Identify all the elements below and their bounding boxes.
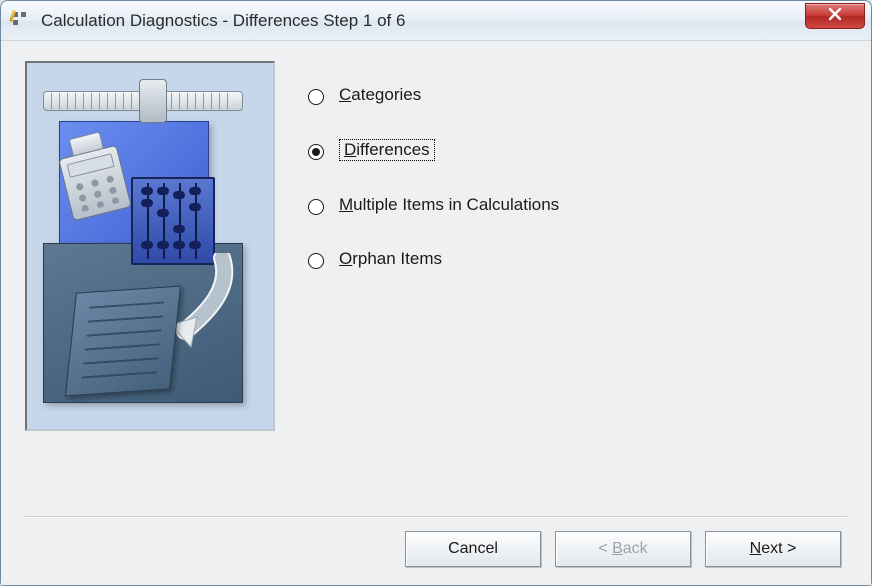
- wizard-illustration: [25, 61, 275, 431]
- radio-categories[interactable]: [308, 89, 324, 105]
- option-label-multiple: Multiple Items in Calculations: [339, 195, 559, 215]
- option-orphan[interactable]: Orphan Items: [303, 249, 559, 269]
- radio-differences[interactable]: [308, 144, 324, 160]
- next-label: Next >: [750, 540, 797, 558]
- back-button: < Back: [555, 531, 691, 567]
- radio-orphan[interactable]: [308, 253, 324, 269]
- gauge-icon: [43, 79, 243, 123]
- close-button[interactable]: [805, 3, 865, 29]
- radio-multiple[interactable]: [308, 199, 324, 215]
- options-group: Categories Differences Multiple Items in C…: [303, 61, 559, 498]
- back-label: < Back: [598, 540, 647, 558]
- option-label-categories: Categories: [339, 85, 421, 105]
- option-label-differences: Differences: [339, 139, 435, 161]
- abacus-icon: [131, 177, 215, 265]
- client-area: Categories Differences Multiple Items in C…: [1, 41, 871, 585]
- document-icon: [65, 285, 181, 396]
- button-row: Cancel < Back Next >: [25, 531, 847, 567]
- cancel-label: Cancel: [448, 540, 498, 558]
- next-button[interactable]: Next >: [705, 531, 841, 567]
- close-icon: [828, 7, 842, 25]
- separator: [25, 516, 847, 517]
- dialog-window: Calculation Diagnostics - Differences St…: [0, 0, 872, 586]
- option-multiple[interactable]: Multiple Items in Calculations: [303, 195, 559, 215]
- window-title: Calculation Diagnostics - Differences St…: [41, 11, 405, 31]
- option-categories[interactable]: Categories: [303, 85, 559, 105]
- calculator-wizard-icon: [11, 10, 33, 32]
- option-differences[interactable]: Differences: [303, 139, 559, 161]
- option-label-orphan: Orphan Items: [339, 249, 442, 269]
- titlebar: Calculation Diagnostics - Differences St…: [1, 1, 871, 41]
- cancel-button[interactable]: Cancel: [405, 531, 541, 567]
